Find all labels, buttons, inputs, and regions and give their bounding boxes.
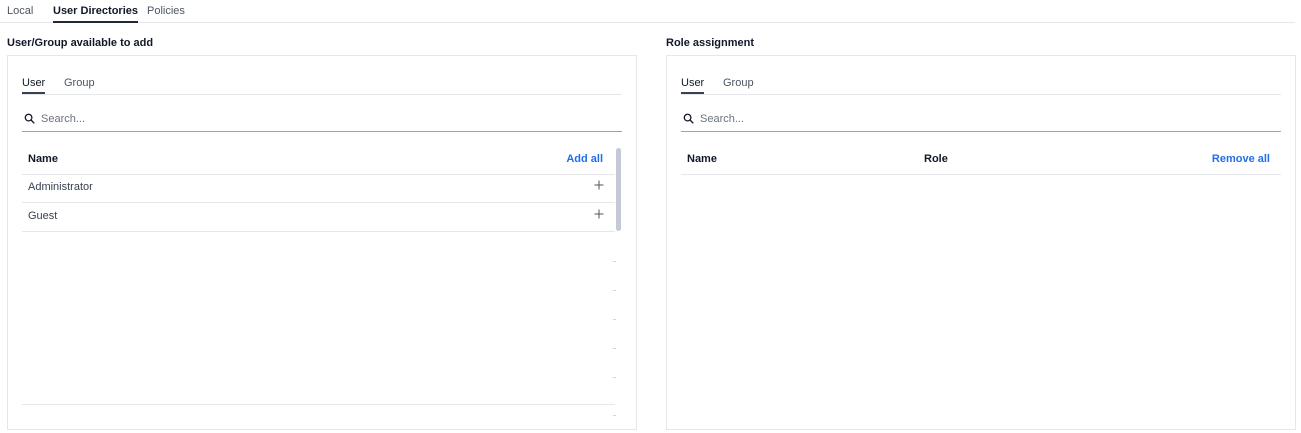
- list-bottom-divider: [22, 404, 615, 405]
- available-search: [22, 110, 622, 132]
- table-row: Administrator: [22, 174, 615, 203]
- available-section-title: User/Group available to add: [7, 37, 154, 49]
- divider: [613, 348, 616, 349]
- search-icon: [24, 113, 35, 124]
- plus-icon[interactable]: [594, 180, 604, 190]
- tab-group[interactable]: Group: [723, 77, 754, 89]
- table-row: Guest: [22, 203, 615, 232]
- tab-user-directories[interactable]: User Directories: [53, 5, 138, 23]
- user-name: Administrator: [28, 181, 93, 193]
- top-tab-bar: Local User Directories Policies: [0, 0, 1295, 23]
- role-assignment-panel: User Group Name Role Remove all: [666, 55, 1296, 430]
- available-search-input[interactable]: [41, 110, 616, 128]
- role-assignment-title: Role assignment: [666, 37, 755, 49]
- tab-user[interactable]: User: [22, 77, 46, 94]
- list-scrollbar[interactable]: [616, 148, 621, 231]
- plus-icon[interactable]: [594, 209, 604, 219]
- role-column-header: Role: [924, 153, 948, 165]
- tab-user[interactable]: User: [681, 77, 705, 94]
- divider: [613, 415, 616, 416]
- remove-all-button[interactable]: Remove all: [1212, 153, 1270, 165]
- tab-local[interactable]: Local: [7, 5, 33, 17]
- available-sub-tabs: User Group: [22, 73, 622, 95]
- name-column-header: Name: [687, 153, 717, 165]
- assignment-search-input[interactable]: [700, 110, 1275, 128]
- add-all-button[interactable]: Add all: [566, 153, 603, 165]
- assignment-table-header: Name Role Remove all: [681, 148, 1281, 175]
- divider: [613, 261, 616, 262]
- divider: [613, 319, 616, 320]
- search-icon: [683, 113, 694, 124]
- available-panel: User Group Name Add all Administrator Gu…: [7, 55, 637, 430]
- tab-group[interactable]: Group: [64, 77, 95, 89]
- user-name: Guest: [28, 210, 58, 222]
- assignment-search: [681, 110, 1281, 132]
- name-column-header: Name: [28, 153, 58, 165]
- divider: [613, 290, 616, 291]
- divider: [613, 377, 616, 378]
- assignment-sub-tabs: User Group: [681, 73, 1281, 95]
- available-table-header: Name Add all: [22, 148, 615, 175]
- tab-policies[interactable]: Policies: [147, 5, 185, 17]
